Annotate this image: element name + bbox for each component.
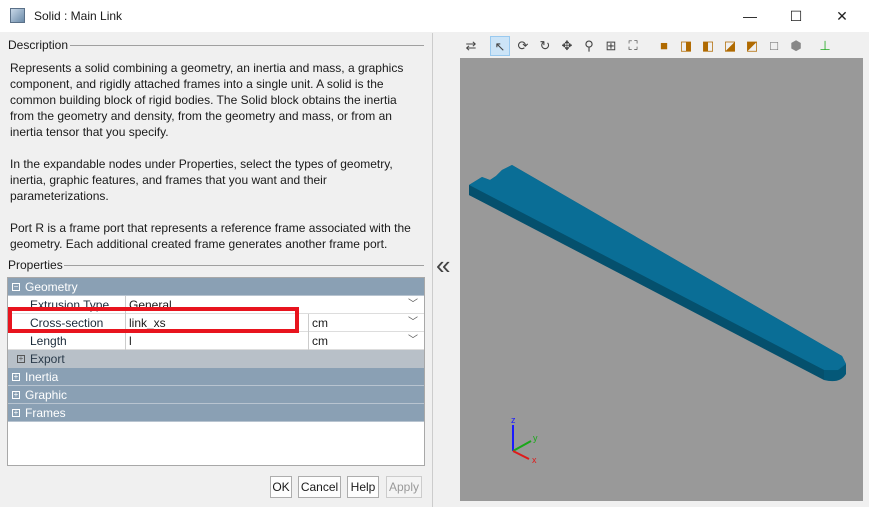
- group-geometry[interactable]: − Geometry: [8, 278, 424, 296]
- cancel-button[interactable]: Cancel: [298, 476, 341, 498]
- 3d-viewport[interactable]: z y x: [460, 58, 863, 501]
- highlight-box: [8, 307, 299, 333]
- view-top-icon[interactable]: ◩: [742, 36, 762, 56]
- cross-section-unit-select[interactable]: cm ﹀: [308, 314, 424, 332]
- help-button[interactable]: Help: [347, 476, 379, 498]
- properties-table: − Geometry Extrusion Type General ﹀ Cross…: [7, 277, 425, 466]
- row-length: Length l cm ﹀: [8, 332, 424, 350]
- x-axis-label: x: [532, 455, 537, 463]
- description-paragraph: In the expandable nodes under Properties…: [10, 157, 393, 203]
- select-value: cm: [312, 316, 328, 330]
- pan-icon[interactable]: ✥: [557, 36, 577, 56]
- roll-icon[interactable]: ↻: [535, 36, 555, 56]
- collapse-icon[interactable]: −: [12, 283, 20, 291]
- splitter[interactable]: [432, 33, 433, 507]
- chevron-down-icon: ﹀: [408, 299, 418, 310]
- swap-icon[interactable]: ⇄: [461, 36, 481, 56]
- group-inertia[interactable]: + Inertia: [8, 368, 424, 386]
- expand-icon[interactable]: +: [12, 373, 20, 381]
- minimize-button[interactable]: —: [727, 0, 773, 32]
- group-frames[interactable]: + Frames: [8, 404, 424, 422]
- zoom-box-icon[interactable]: ⊞: [601, 36, 621, 56]
- properties-label: Properties: [8, 258, 63, 272]
- expand-icon[interactable]: +: [17, 355, 25, 363]
- group-label: Geometry: [25, 280, 78, 294]
- expand-icon[interactable]: +: [12, 391, 20, 399]
- group-label: Export: [30, 352, 65, 366]
- zoom-icon[interactable]: ⚲: [579, 36, 599, 56]
- chevron-down-icon: ﹀: [408, 317, 418, 328]
- divider: [70, 45, 424, 46]
- rotate-icon[interactable]: ⟳: [513, 36, 533, 56]
- property-label: Length: [30, 334, 67, 348]
- description-paragraph: Represents a solid combining a geometry,…: [10, 61, 404, 139]
- group-label: Frames: [25, 406, 66, 420]
- view-front-icon[interactable]: ■: [654, 36, 674, 56]
- divider: [64, 265, 424, 266]
- group-graphic[interactable]: + Graphic: [8, 386, 424, 404]
- solid-block-icon: [10, 8, 25, 23]
- group-label: Inertia: [25, 370, 59, 384]
- view-back-icon[interactable]: ◨: [676, 36, 696, 56]
- y-axis-label: y: [533, 433, 538, 443]
- axes-triad: z y x: [511, 415, 538, 463]
- axes-triad-icon[interactable]: ⊥: [815, 36, 835, 56]
- apply-button[interactable]: Apply: [386, 476, 422, 498]
- description-paragraph: Port R is a frame port that represents a…: [10, 221, 411, 251]
- z-axis-label: z: [511, 415, 516, 425]
- select-icon[interactable]: ↖: [490, 36, 510, 56]
- ok-button[interactable]: OK: [270, 476, 292, 498]
- close-button[interactable]: ✕: [819, 0, 865, 32]
- view-left-icon[interactable]: ◧: [698, 36, 718, 56]
- select-value: cm: [312, 334, 328, 348]
- maximize-button[interactable]: ☐: [773, 0, 819, 32]
- title-bar: Solid : Main Link — ☐ ✕: [0, 0, 869, 32]
- view-isometric-icon[interactable]: ⬢: [786, 36, 806, 56]
- collapse-panel-button[interactable]: «: [436, 250, 450, 281]
- window-title: Solid : Main Link: [34, 9, 123, 23]
- group-label: Graphic: [25, 388, 68, 402]
- group-export[interactable]: + Export: [8, 350, 424, 368]
- length-unit-select[interactable]: cm ﹀: [308, 332, 424, 350]
- view-right-icon[interactable]: ◪: [720, 36, 740, 56]
- description-label: Description: [8, 38, 69, 52]
- fit-to-view-icon[interactable]: ⛶: [623, 36, 643, 56]
- view-bottom-icon[interactable]: □: [764, 36, 784, 56]
- chevron-down-icon: ﹀: [408, 335, 418, 346]
- description-text: Represents a solid combining a geometry,…: [10, 60, 422, 268]
- expand-icon[interactable]: +: [12, 409, 20, 417]
- length-input[interactable]: l: [125, 332, 308, 350]
